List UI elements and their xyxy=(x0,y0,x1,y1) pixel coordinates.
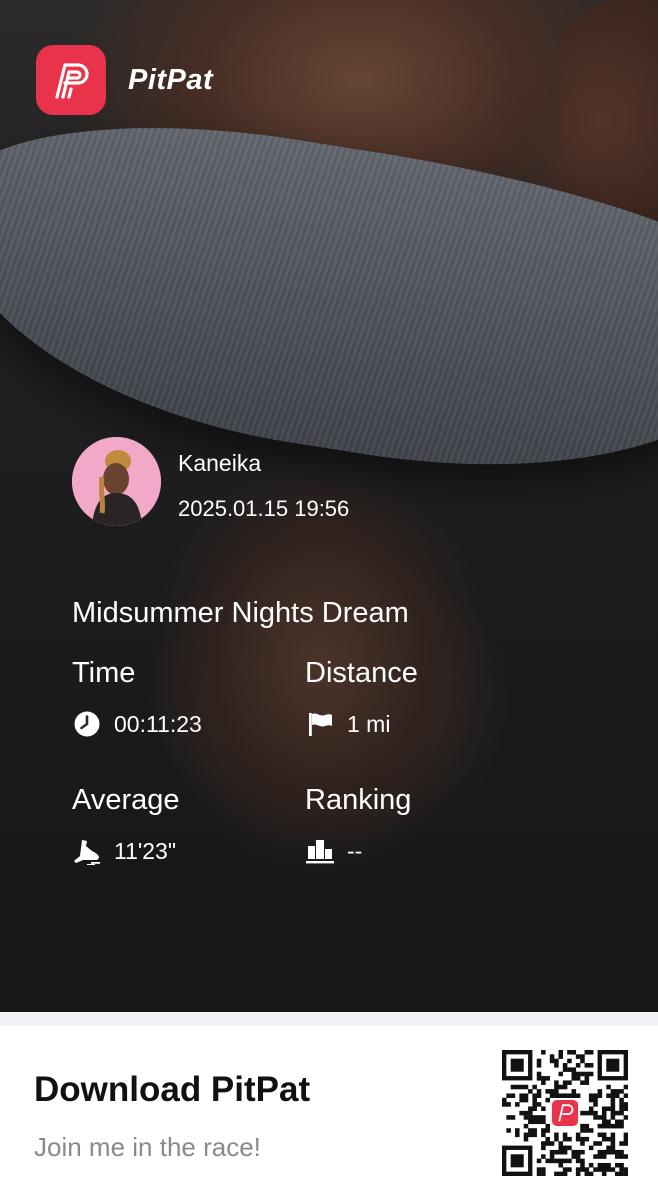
stat-label: Time xyxy=(72,657,136,689)
stat-value: -- xyxy=(347,837,363,864)
shoe-icon xyxy=(72,837,102,865)
clock-icon xyxy=(72,710,102,738)
footer-divider xyxy=(0,1012,658,1026)
race-title: Midsummer Nights Dream xyxy=(72,597,409,629)
download-subtitle: Join me in the race! xyxy=(34,1132,261,1162)
podium-icon xyxy=(305,837,335,865)
stat-value: 11'23" xyxy=(114,837,177,864)
stat-ranking: Ranking -- xyxy=(305,783,411,865)
download-title: Download PitPat xyxy=(34,1070,311,1109)
brand-name: PitPat xyxy=(128,63,214,96)
stat-value: 00:11:23 xyxy=(114,710,202,737)
brand-header: PitPat xyxy=(36,45,213,115)
avatar xyxy=(72,437,161,526)
stat-value-row: 11'23" xyxy=(72,837,180,865)
stat-average: Average 11'23" xyxy=(72,783,180,865)
race-datetime: 2025.01.15 19:56 xyxy=(178,496,350,521)
qr-code-icon[interactable] xyxy=(502,1050,629,1177)
stat-value: 1 mi xyxy=(347,710,391,737)
stat-value-row: 1 mi xyxy=(305,710,418,738)
stat-distance: Distance 1 mi xyxy=(305,656,418,738)
stat-label: Distance xyxy=(305,657,418,689)
pitpat-logo-icon xyxy=(36,45,106,115)
stat-label: Ranking xyxy=(305,784,412,816)
download-footer: Download PitPat Join me in the race! xyxy=(0,1026,658,1200)
stat-value-row: 00:11:23 xyxy=(72,710,202,738)
stat-label: Average xyxy=(72,784,180,816)
flag-icon xyxy=(305,710,335,738)
stat-value-row: -- xyxy=(305,837,411,865)
stat-time: Time 00:11:23 xyxy=(72,656,202,738)
username: Kaneika xyxy=(178,450,262,476)
